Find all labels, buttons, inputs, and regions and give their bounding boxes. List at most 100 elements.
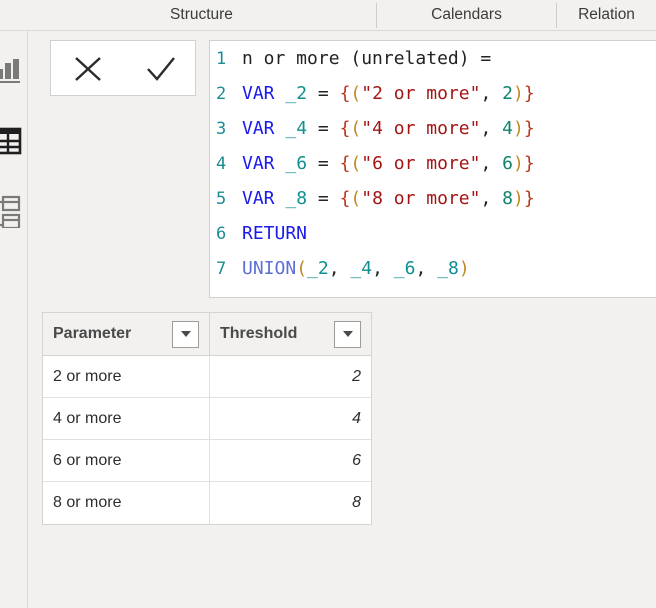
- table-row[interactable]: 2 or more 2: [43, 356, 371, 398]
- formula-token: _8: [437, 258, 459, 279]
- formula-token: ): [513, 83, 524, 104]
- table-cell[interactable]: 2: [210, 356, 371, 397]
- check-icon: [124, 54, 197, 84]
- formula-token: =: [307, 153, 340, 174]
- formula-token: {: [339, 118, 351, 139]
- formula-token: ,: [480, 188, 503, 209]
- formula-token: "4 or more": [361, 118, 481, 139]
- formula-token: 2: [502, 83, 513, 104]
- tab-structure[interactable]: Structure: [27, 0, 376, 30]
- view-switcher-rail: [0, 31, 27, 608]
- formula-token: }: [523, 188, 535, 209]
- bar-chart-icon: [0, 54, 26, 88]
- formula-token: UNION: [242, 258, 297, 279]
- formula-token: =: [307, 83, 340, 104]
- table-cell[interactable]: 8 or more: [43, 482, 210, 524]
- line-number: 1: [216, 49, 227, 69]
- column-header-label: Parameter: [53, 325, 132, 342]
- accept-formula-button[interactable]: [124, 41, 197, 95]
- model-relationships-icon: [0, 194, 26, 228]
- formula-line[interactable]: 5 VAR _8 = {("8 or more", 8)}: [210, 181, 656, 216]
- table-cell[interactable]: 2 or more: [43, 356, 210, 397]
- table-row[interactable]: 4 or more 4: [43, 398, 371, 440]
- tab-separator: [376, 3, 377, 28]
- line-number: 3: [216, 119, 227, 139]
- cancel-formula-button[interactable]: [51, 41, 124, 95]
- formula-token: {: [339, 83, 351, 104]
- formula-token: =: [307, 118, 340, 139]
- chevron-down-icon: [342, 331, 353, 337]
- formula-token: VAR: [242, 83, 275, 104]
- formula-token: _6: [285, 153, 308, 174]
- formula-token: ): [513, 153, 524, 174]
- tab-strip: Structure Calendars Relation: [0, 0, 656, 31]
- dax-formula-editor[interactable]: 1n or more (unrelated) = 2 VAR _2 = {("2 o…: [209, 40, 656, 298]
- line-number: 6: [216, 224, 227, 244]
- formula-token: (: [350, 153, 362, 174]
- formula-line[interactable]: 6 RETURN: [210, 216, 656, 251]
- formula-token: ,: [372, 258, 394, 279]
- formula-token: VAR: [242, 118, 275, 139]
- table-cell[interactable]: 4: [210, 398, 371, 439]
- formula-token: (: [350, 188, 362, 209]
- formula-token: _4: [350, 258, 373, 279]
- formula-token: [275, 188, 286, 209]
- formula-token: =: [307, 188, 340, 209]
- formula-token: ,: [480, 153, 503, 174]
- table-cell[interactable]: 8: [210, 482, 371, 524]
- formula-token: _8: [285, 188, 308, 209]
- formula-token: {: [339, 188, 351, 209]
- line-number: 5: [216, 189, 227, 209]
- formula-token: ,: [328, 258, 351, 279]
- tab-calendars[interactable]: Calendars: [377, 0, 556, 30]
- formula-token: ): [513, 118, 524, 139]
- formula-line[interactable]: 7 UNION(_2, _4, _6, _8): [210, 251, 656, 286]
- formula-token: (: [350, 118, 362, 139]
- chevron-down-icon: [180, 331, 191, 337]
- formula-token: }: [523, 153, 535, 174]
- formula-token: VAR: [242, 153, 275, 174]
- formula-line[interactable]: 3 VAR _4 = {("4 or more", 4)}: [210, 111, 656, 146]
- filter-dropdown-threshold[interactable]: [334, 320, 361, 348]
- column-header-parameter[interactable]: Parameter: [43, 313, 210, 355]
- table-grid-icon: [0, 124, 26, 158]
- close-icon: [51, 54, 124, 84]
- formula-line[interactable]: 4 VAR _6 = {("6 or more", 6)}: [210, 146, 656, 181]
- table-cell[interactable]: 4 or more: [43, 398, 210, 439]
- line-number: 2: [216, 84, 227, 104]
- formula-line[interactable]: 1 n or more (unrelated) =: [210, 41, 656, 76]
- formula-token: _2: [285, 83, 308, 104]
- report-view-button[interactable]: [0, 54, 26, 88]
- line-number: 4: [216, 154, 227, 174]
- tab-separator: [556, 3, 557, 28]
- table-row[interactable]: 8 or more 8: [43, 482, 371, 524]
- formula-token: 4: [502, 118, 513, 139]
- data-view-button[interactable]: [0, 124, 26, 158]
- formula-token: (: [296, 258, 308, 279]
- formula-token: "2 or more": [361, 83, 481, 104]
- table-row[interactable]: 6 or more 6: [43, 440, 371, 482]
- formula-line[interactable]: 2 VAR _2 = {("2 or more", 2)}: [210, 76, 656, 111]
- formula-token: [275, 83, 286, 104]
- formula-token: [275, 118, 286, 139]
- formula-token: _6: [393, 258, 416, 279]
- data-preview-table: Parameter Threshold 2 or more 2 4 or more 4 6 …: [42, 312, 372, 525]
- column-header-threshold[interactable]: Threshold: [210, 313, 371, 355]
- line-number: 7: [216, 259, 227, 279]
- formula-token: n or more (unrelated) =: [242, 48, 492, 69]
- formula-token: "6 or more": [361, 153, 481, 174]
- formula-token: RETURN: [242, 223, 308, 244]
- model-view-button[interactable]: [0, 194, 26, 228]
- formula-token: 6: [502, 153, 513, 174]
- formula-token: VAR: [242, 188, 275, 209]
- table-cell[interactable]: 6: [210, 440, 371, 481]
- formula-token: ): [458, 258, 470, 279]
- table-cell[interactable]: 6 or more: [43, 440, 210, 481]
- tab-relation[interactable]: Relation: [557, 0, 656, 30]
- formula-token: ,: [415, 258, 438, 279]
- formula-token: }: [523, 118, 535, 139]
- column-header-label: Threshold: [220, 325, 298, 342]
- work-area: 1n or more (unrelated) = 2 VAR _2 = {("2 o…: [27, 31, 656, 608]
- formula-token: "8 or more": [361, 188, 481, 209]
- filter-dropdown-parameter[interactable]: [172, 320, 199, 348]
